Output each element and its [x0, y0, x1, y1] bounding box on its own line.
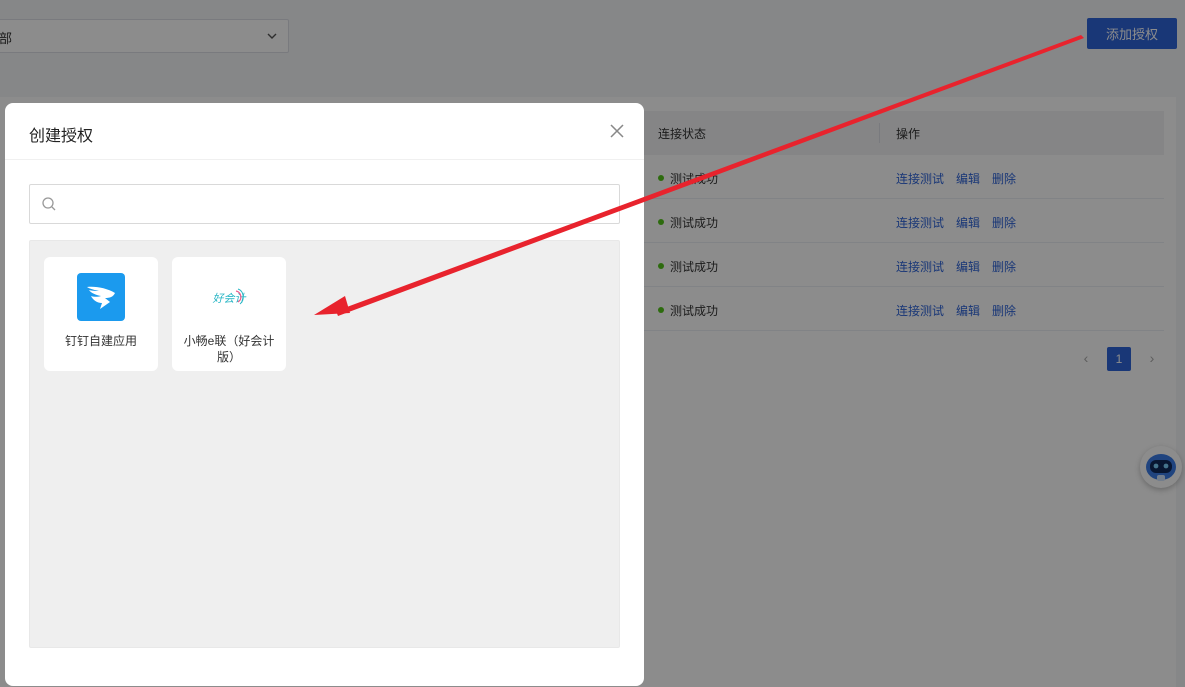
app-card-xiaochang-elian[interactable]: 好会计 小畅e联（好会计版）: [172, 257, 286, 371]
app-name: 小畅e联（好会计版）: [183, 334, 275, 364]
app-grid: 钉钉自建应用 好会计 小畅e联（好会计版）: [29, 240, 620, 648]
app-card-dingtalk[interactable]: 钉钉自建应用: [44, 257, 158, 371]
dialog-title: 创建授权: [29, 128, 94, 145]
create-authorization-dialog: 创建授权 钉钉自建应用 好会计 小畅e联（好会计版）: [5, 103, 644, 686]
app-name: 钉钉自建应用: [64, 334, 137, 348]
app-search-field[interactable]: [29, 184, 620, 224]
dingtalk-icon: [77, 273, 125, 321]
dialog-header: 创建授权: [5, 103, 644, 160]
search-icon: [42, 197, 56, 211]
search-input[interactable]: [64, 191, 604, 217]
haokuaiji-logo: 好会计: [213, 288, 246, 305]
close-icon[interactable]: [607, 121, 627, 141]
